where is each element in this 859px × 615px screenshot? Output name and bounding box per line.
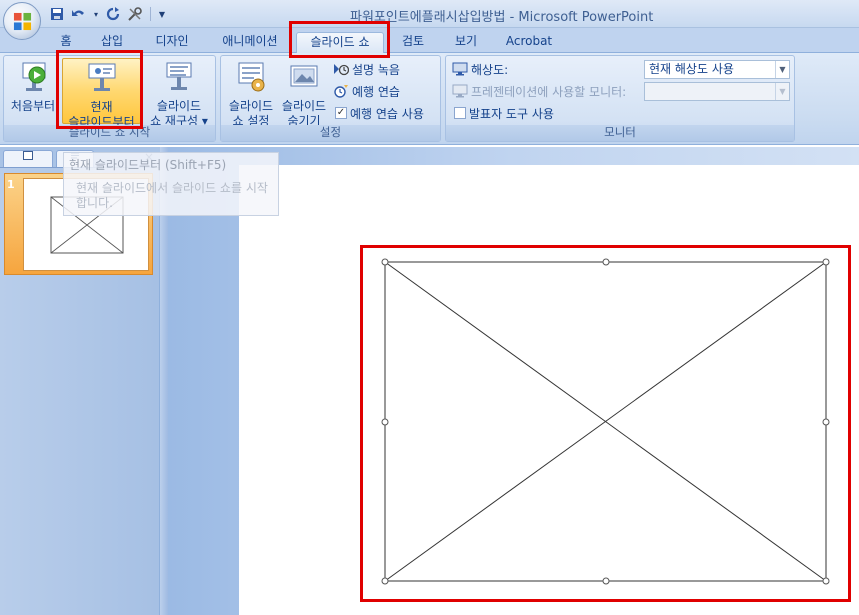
tooltip-body: 현재 슬라이드에서 슬라이드 쇼를 시작합니다. — [76, 181, 268, 210]
start-slideshow-group-label: 슬라이드 쇼 시작 — [4, 125, 215, 141]
tab-view[interactable]: 보기 — [448, 32, 484, 53]
from-beginning-icon — [22, 62, 46, 91]
slides-pane: × 1 — [0, 147, 160, 615]
slides-tab-icon — [23, 151, 33, 160]
record-narration-icon — [333, 61, 349, 77]
ribbon-tabs: 홈 삽입 디자인 애니메이션 슬라이드 쇼 검토 보기 Acrobat — [0, 28, 859, 53]
rehearse-timings-button[interactable]: 예행 연습 — [333, 81, 400, 101]
chevron-down-icon: ▼ — [775, 83, 789, 100]
redo-icon[interactable] — [104, 5, 122, 23]
slide-canvas[interactable] — [239, 165, 859, 615]
use-rehearsed-timings-label: 예행 연습 사용 — [350, 106, 424, 121]
resolution-select[interactable]: 현재 해상도 사용 ▼ — [644, 60, 790, 79]
rehearse-timings-icon — [333, 83, 349, 99]
resolution-label-row: 해상도: — [452, 59, 508, 79]
resolution-label: 해상도: — [471, 62, 509, 77]
resolution-select-value: 현재 해상도 사용 — [649, 62, 734, 76]
monitor-group: 해상도: 현재 해상도 사용 ▼ 프레젠테이션에 사용할 모니터: ▼ 발표자 … — [445, 55, 795, 142]
from-current-label-1: 현재 — [90, 100, 113, 114]
hide-slide-label-1: 슬라이드 — [281, 99, 327, 113]
monitor-icon — [452, 61, 468, 77]
presenter-view-label: 발표자 도구 사용 — [469, 106, 554, 121]
slide-number: 1 — [7, 178, 15, 191]
customize-icon[interactable]: ▼ — [157, 5, 167, 23]
presenter-view-checkbox-box[interactable] — [454, 107, 466, 119]
tab-design[interactable]: 디자인 — [146, 32, 198, 53]
presentation-monitor-icon — [452, 83, 468, 99]
presenter-view-checkbox[interactable]: 발표자 도구 사용 — [454, 103, 554, 123]
undo-dropdown-icon[interactable]: ▾ — [92, 5, 100, 23]
show-on-label: 프레젠테이션에 사용할 모니터: — [471, 84, 627, 99]
monitor-group-label: 모니터 — [446, 125, 794, 141]
save-icon[interactable] — [48, 5, 66, 23]
tab-insert[interactable]: 삽입 — [92, 32, 132, 53]
undo-icon[interactable] — [70, 5, 88, 23]
from-beginning-button[interactable]: 처음부터 — [7, 58, 59, 122]
qat-separator — [150, 7, 151, 21]
tools-icon[interactable] — [126, 5, 144, 23]
tab-home[interactable]: 홈 — [53, 32, 79, 53]
setup-slideshow-button[interactable]: 슬라이드 쇼 설정 — [224, 58, 278, 128]
record-narration-button[interactable]: 설명 녹음 — [333, 59, 400, 79]
show-on-select: ▼ — [644, 82, 790, 101]
hide-slide-icon — [290, 65, 318, 87]
setup-group-label: 설정 — [221, 125, 440, 141]
ribbon: 처음부터 현재 슬라이드부터 슬라이드 쇼 재구성 ▾ 슬라이드 쇼 시작 슬라… — [0, 53, 859, 145]
window-title: 파워포인트에플래시삽입방법 - Microsoft PowerPoint — [350, 10, 654, 25]
from-current-slide-button[interactable]: 현재 슬라이드부터 — [62, 58, 141, 129]
tab-slides[interactable] — [3, 150, 53, 167]
setup-group: 슬라이드 쇼 설정 슬라이드 숨기기 설명 녹음 예행 연습 ✓ 예행 연습 사… — [220, 55, 441, 142]
title-bar: ▾ ▼ 파워포인트에플래시삽입방법 - Microsoft PowerPoint — [0, 0, 859, 40]
from-beginning-label: 처음부터 — [10, 99, 56, 113]
slide-content — [381, 258, 830, 585]
record-narration-label: 설명 녹음 — [352, 62, 400, 77]
chevron-down-icon[interactable]: ▼ — [775, 61, 789, 78]
use-rehearsed-checkbox-box[interactable]: ✓ — [335, 107, 347, 119]
pane-splitter[interactable] — [160, 147, 168, 615]
setup-slideshow-icon — [238, 62, 265, 92]
start-slideshow-group: 처음부터 현재 슬라이드부터 슬라이드 쇼 재구성 ▾ 슬라이드 쇼 시작 — [3, 55, 216, 142]
office-logo-icon — [13, 12, 32, 31]
office-button[interactable] — [3, 2, 41, 40]
from-current-tooltip: 현재 슬라이드부터 (Shift+F5) 현재 슬라이드에서 슬라이드 쇼를 시… — [63, 152, 279, 216]
show-on-label-row: 프레젠테이션에 사용할 모니터: — [452, 81, 626, 101]
custom-slideshow-icon — [166, 62, 192, 90]
rehearse-timings-label: 예행 연습 — [352, 84, 400, 99]
custom-slideshow-button[interactable]: 슬라이드 쇼 재구성 ▾ — [144, 58, 214, 128]
tab-review[interactable]: 검토 — [395, 32, 431, 53]
tab-animations[interactable]: 애니메이션 — [212, 32, 288, 53]
tooltip-title: 현재 슬라이드부터 (Shift+F5) — [69, 158, 227, 172]
use-rehearsed-timings-checkbox[interactable]: ✓ 예행 연습 사용 — [335, 103, 424, 123]
tab-acrobat[interactable]: Acrobat — [500, 32, 558, 53]
from-current-slide-icon — [88, 63, 115, 91]
setup-slideshow-label-1: 슬라이드 — [228, 99, 274, 113]
custom-slideshow-label-1: 슬라이드 — [156, 99, 202, 113]
tab-slideshow[interactable]: 슬라이드 쇼 — [296, 32, 384, 53]
hide-slide-button[interactable]: 슬라이드 숨기기 — [278, 58, 330, 128]
quick-access-toolbar: ▾ ▼ — [48, 4, 167, 24]
